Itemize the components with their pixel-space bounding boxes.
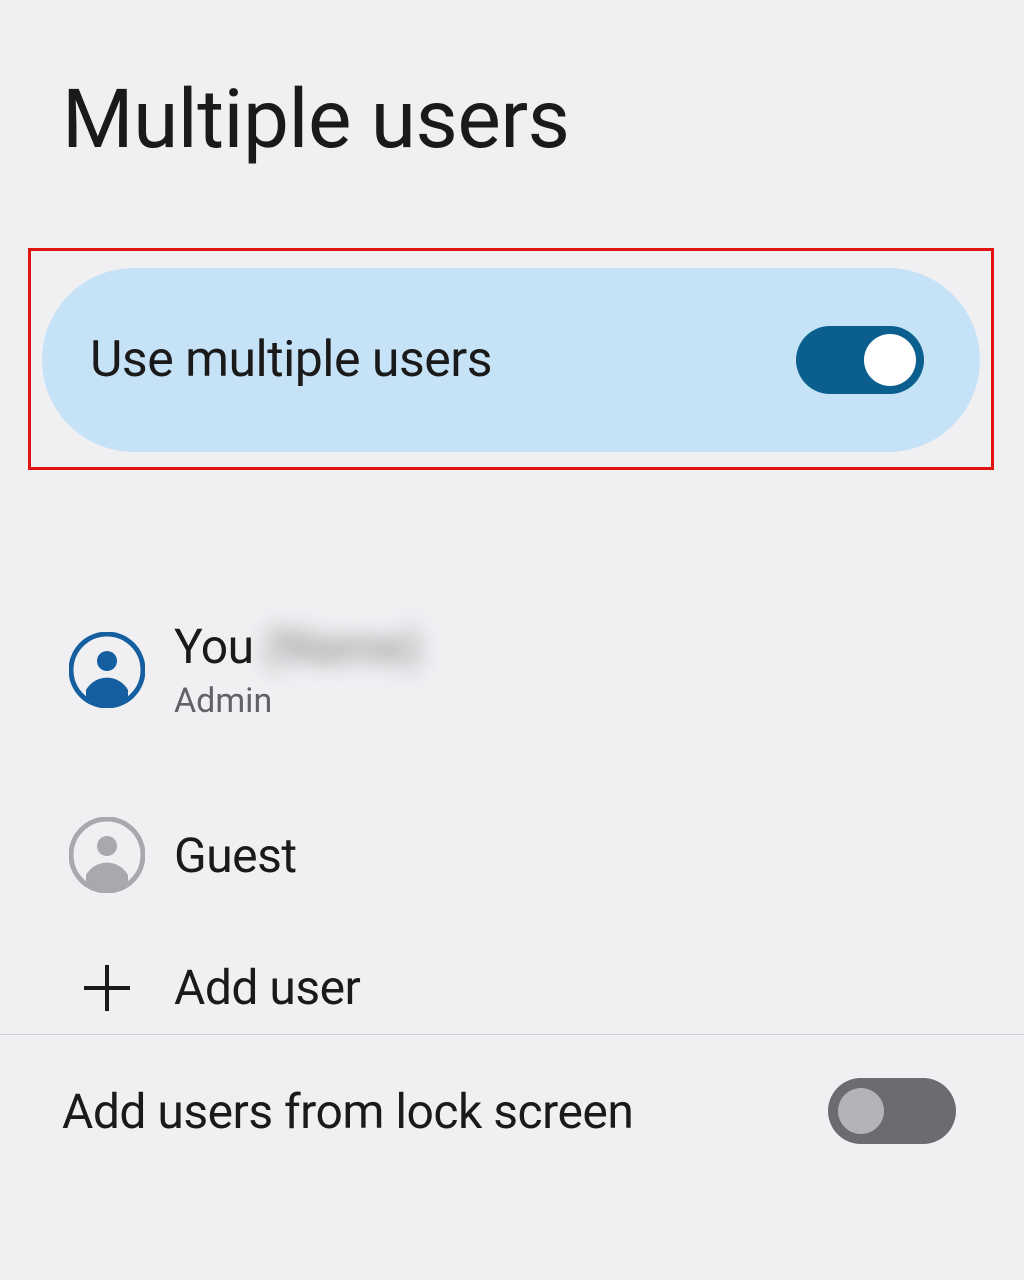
- add-from-lock-screen-switch[interactable]: [828, 1078, 956, 1144]
- use-multiple-users-row[interactable]: Use multiple users: [42, 268, 980, 452]
- use-multiple-users-label: Use multiple users: [90, 331, 492, 389]
- add-user-row[interactable]: Add user: [0, 931, 1024, 1044]
- user-row-you[interactable]: You (Name) Admin: [0, 590, 1024, 749]
- guest-avatar-icon: [68, 817, 146, 893]
- use-multiple-users-switch[interactable]: [796, 326, 924, 394]
- user-list: You (Name) Admin Guest Add user: [0, 590, 1024, 1044]
- user-avatar-icon: [68, 632, 146, 708]
- add-from-lock-screen-row[interactable]: Add users from lock screen: [0, 1060, 1024, 1162]
- user-you-role: Admin: [174, 681, 421, 721]
- add-from-lock-screen-label: Add users from lock screen: [62, 1083, 633, 1140]
- user-row-guest[interactable]: Guest: [0, 789, 1024, 921]
- divider: [0, 1034, 1024, 1035]
- page-title: Multiple users: [0, 0, 1024, 168]
- user-you-name-blurred: (Name): [264, 618, 422, 675]
- plus-icon: [68, 961, 146, 1015]
- user-you-name: You (Name): [174, 618, 421, 675]
- user-guest-label: Guest: [174, 827, 297, 884]
- add-user-label: Add user: [174, 959, 360, 1016]
